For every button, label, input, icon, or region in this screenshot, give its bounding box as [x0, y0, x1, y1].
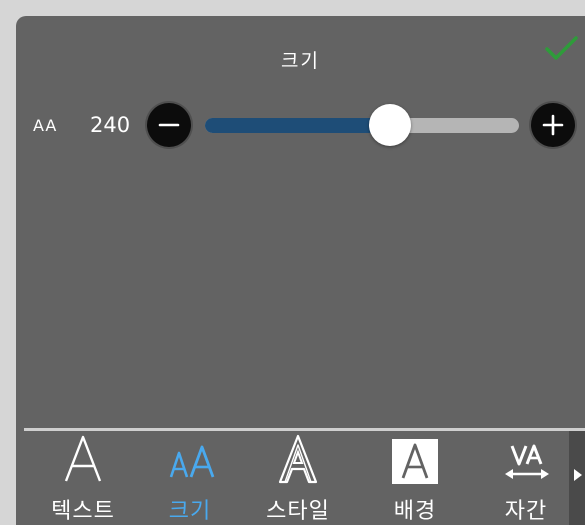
style-icon: [278, 434, 318, 484]
checkmark-icon: [545, 36, 578, 60]
text-size-panel: 크기 AA 240 텍스트 크기 스타일 배경 자간: [16, 16, 585, 525]
tab-text[interactable]: 텍스트: [28, 431, 138, 525]
plus-icon: [542, 114, 564, 136]
tab-text-label: 텍스트: [51, 499, 115, 524]
size-slider-thumb[interactable]: [369, 104, 412, 146]
size-value: 240: [90, 113, 131, 137]
font-size-icon: AA: [33, 112, 57, 137]
letter-spacing-icon: [505, 444, 549, 479]
text-icon: [64, 435, 102, 482]
tab-background-label: 배경: [393, 499, 437, 524]
tab-size[interactable]: 크기: [135, 431, 245, 525]
tab-style[interactable]: 스타일: [243, 431, 353, 525]
size-slider-fill: [205, 118, 391, 133]
tab-background[interactable]: 배경: [360, 431, 470, 525]
bottom-tab-bar: 텍스트 크기 스타일 배경 자간: [16, 431, 585, 525]
tab-letter-spacing-label: 자간: [504, 499, 548, 524]
panel-title: 크기: [281, 50, 320, 72]
background-icon: [392, 439, 438, 484]
font-size-icon-glyph: AA: [33, 116, 58, 135]
tab-letter-spacing[interactable]: 자간: [471, 431, 581, 525]
confirm-button[interactable]: [543, 34, 579, 64]
increase-size-button[interactable]: [531, 103, 575, 147]
more-tabs-button[interactable]: [569, 431, 585, 525]
size-slider[interactable]: [205, 104, 519, 146]
tab-size-label: 크기: [168, 499, 212, 524]
chevron-right-icon: [574, 469, 582, 481]
decrease-size-button[interactable]: [147, 103, 191, 147]
minus-icon: [158, 123, 180, 127]
size-icon: [169, 445, 215, 478]
tab-style-label: 스타일: [266, 499, 330, 524]
